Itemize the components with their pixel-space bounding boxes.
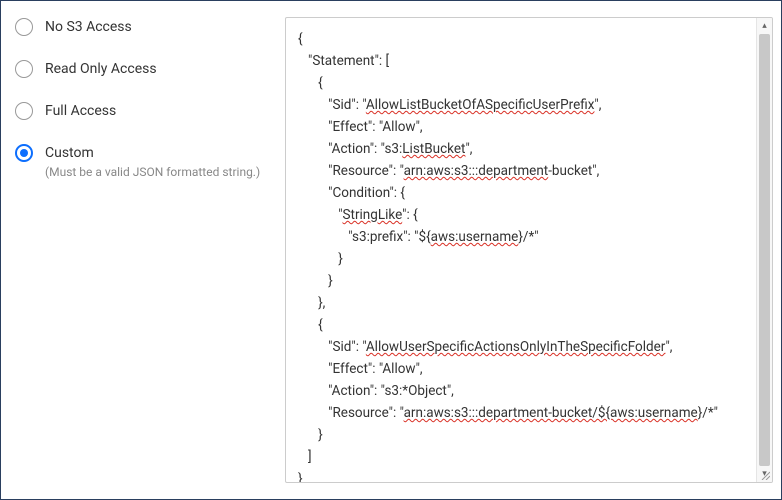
s3-access-config-panel: No S3 Access Read Only Access Full Acces…: [0, 0, 782, 500]
radio-label: No S3 Access: [45, 17, 132, 37]
radio-label: Custom: [45, 143, 260, 163]
code-line: {: [298, 72, 748, 94]
code-line: }: [298, 248, 748, 270]
code-line: "s3:prefix": "${aws:username}/*": [298, 226, 748, 248]
policy-json-editor[interactable]: { "Statement": [ { "Sid": "AllowListBuck…: [285, 17, 773, 483]
code-line: "Condition": {: [298, 182, 748, 204]
spell-error-span: ListBucket: [402, 141, 465, 157]
code-line: ]: [298, 446, 748, 468]
spell-error-span: arn:aws:s3:::department-bucket/${aws:use…: [404, 405, 698, 421]
radio-hint: (Must be a valid JSON formatted string.): [45, 165, 260, 179]
scrollbar-thumb-track[interactable]: [757, 34, 772, 466]
scrollbar-thumb[interactable]: [759, 34, 770, 466]
code-line: }: [298, 468, 748, 482]
code-line: "Effect": "Allow",: [298, 358, 748, 380]
code-line: },: [298, 292, 748, 314]
chevron-down-icon: ▾: [762, 470, 767, 479]
code-line: }: [298, 270, 748, 292]
code-line: "Sid": "AllowListBucketOfASpecificUserPr…: [298, 94, 748, 116]
radio-option-full-access[interactable]: Full Access: [15, 101, 273, 121]
access-options-sidebar: No S3 Access Read Only Access Full Acces…: [15, 17, 285, 483]
radio-icon-selected: [15, 144, 33, 162]
radio-icon: [15, 60, 33, 78]
scroll-down-button[interactable]: ▾: [757, 466, 772, 482]
radio-label: Full Access: [45, 101, 116, 121]
code-line: "Statement": [: [298, 50, 748, 72]
radio-label: Read Only Access: [45, 59, 157, 79]
code-content[interactable]: { "Statement": [ { "Sid": "AllowListBuck…: [298, 28, 748, 482]
radio-option-custom[interactable]: Custom (Must be a valid JSON formatted s…: [15, 143, 273, 179]
vertical-scrollbar[interactable]: ▴ ▾: [756, 18, 772, 482]
code-line: "Action": "s3:*Object",: [298, 380, 748, 402]
spell-error-span: arn:aws:s3:::department: [404, 163, 549, 179]
code-scroll-area[interactable]: { "Statement": [ { "Sid": "AllowListBuck…: [286, 18, 756, 482]
code-line: {: [298, 314, 748, 336]
spell-error-span: aws:username: [431, 229, 519, 245]
code-line: "Effect": "Allow",: [298, 116, 748, 138]
radio-option-read-only-access[interactable]: Read Only Access: [15, 59, 273, 79]
code-line: {: [298, 28, 748, 50]
radio-icon: [15, 18, 33, 36]
radio-option-no-s3-access[interactable]: No S3 Access: [15, 17, 273, 37]
chevron-up-icon: ▴: [762, 22, 767, 31]
code-line: "StringLike": {: [298, 204, 748, 226]
code-line: "Action": "s3:ListBucket",: [298, 138, 748, 160]
code-line: }: [298, 424, 748, 446]
code-line: "Sid": "AllowUserSpecificActionsOnlyInTh…: [298, 336, 748, 358]
scroll-up-button[interactable]: ▴: [757, 18, 772, 34]
spell-error-span: AllowListBucketOfASpecificUserPrefix: [366, 97, 595, 113]
code-line: "Resource": "arn:aws:s3:::department-buc…: [298, 160, 748, 182]
code-line: "Resource": "arn:aws:s3:::department-buc…: [298, 402, 748, 424]
spell-error-span: StringLike: [343, 207, 403, 223]
spell-error-span: AllowUserSpecificActionsOnlyInTheSpecifi…: [366, 339, 666, 355]
radio-icon: [15, 102, 33, 120]
